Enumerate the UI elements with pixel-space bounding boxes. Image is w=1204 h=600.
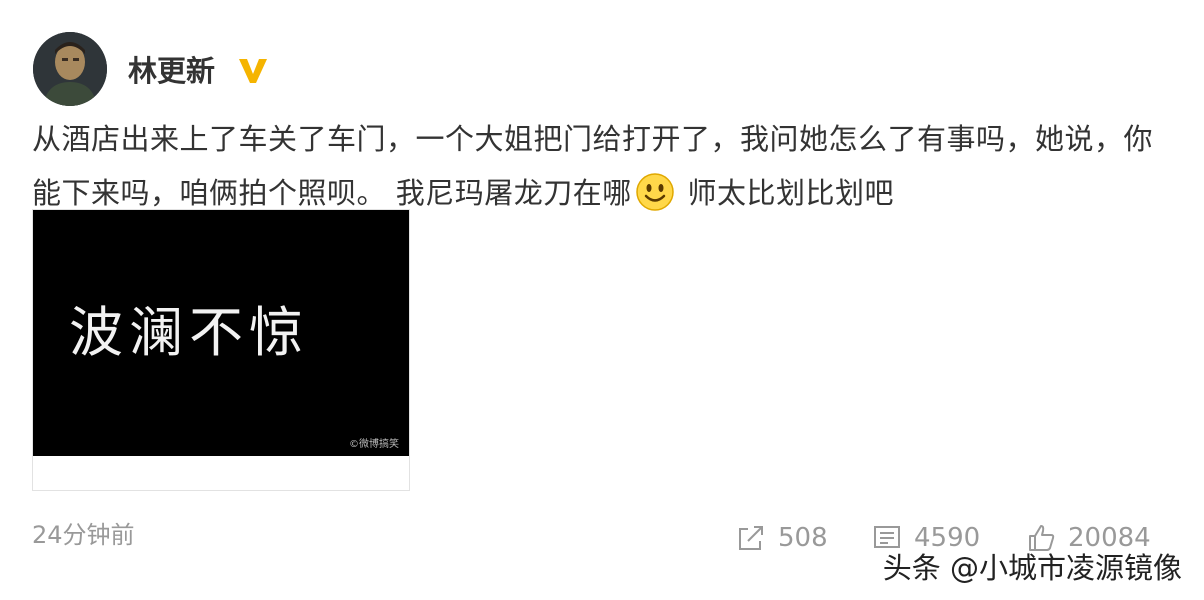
post-image-card[interactable]: 波澜不惊 ©微博搞笑 — [32, 209, 410, 491]
username[interactable]: 林更新 — [128, 51, 215, 91]
toutiao-watermark: 头条 @小城市凌源镜像 — [882, 551, 1182, 585]
share-button[interactable]: 508 — [736, 520, 828, 556]
image-caption: 波澜不惊 — [69, 301, 309, 364]
share-icon — [739, 526, 763, 550]
post-timestamp: 24分钟前 — [32, 521, 135, 549]
avatar[interactable] — [33, 32, 107, 106]
post-text: 从酒店出来上了车关了车门，一个大姐把门给打开了，我问她怎么了有事吗，她说，你能下… — [32, 112, 1182, 220]
image-watermark: ©微博搞笑 — [349, 439, 399, 450]
post-text-tail: 师太比划比划吧 — [677, 176, 894, 210]
post-image[interactable]: 波澜不惊 ©微博搞笑 — [33, 210, 409, 456]
post-text-body: 从酒店出来上了车关了车门，一个大姐把门给打开了，我问她怎么了有事吗，她说，你能下… — [32, 122, 1154, 210]
smile-emoji-icon — [635, 173, 674, 211]
share-count: 508 — [778, 523, 828, 553]
weibo-post-card: 林更新 从酒店出来上了车关了车门，一个大姐把门给打开了，我问她怎么了有事吗，她说… — [0, 0, 1204, 600]
verified-v-icon — [239, 59, 267, 83]
